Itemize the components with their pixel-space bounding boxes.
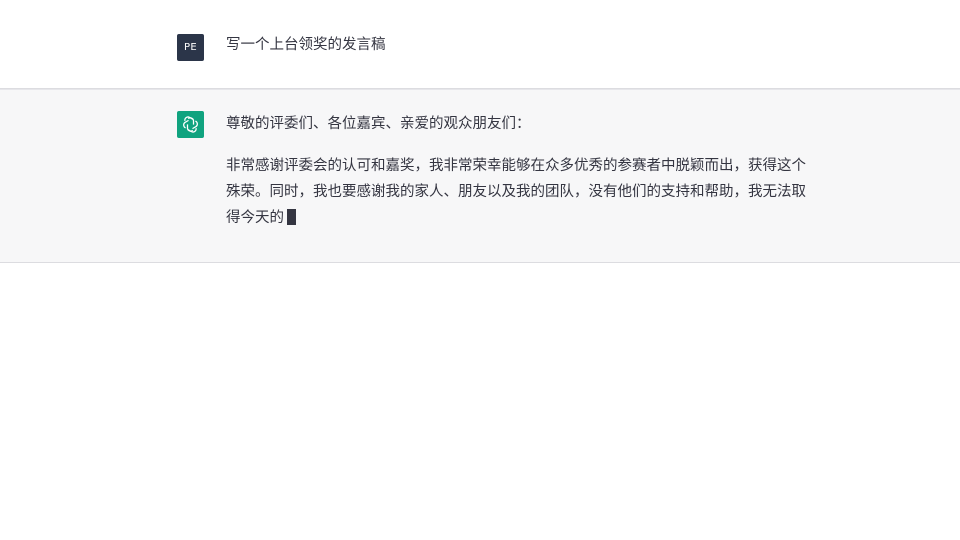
assistant-paragraph-greeting: 尊敬的评委们、各位嘉宾、亲爱的观众朋友们： [226,116,531,132]
assistant-avatar [177,111,204,138]
assistant-paragraph-body-text: 非常感谢评委会的认可和嘉奖，我非常荣幸能够在众多优秀的参赛者中脱颖而出，获得这个… [226,158,806,226]
assistant-paragraph-body: 非常感谢评委会的认可和嘉奖，我非常荣幸能够在众多优秀的参赛者中脱颖而出，获得这个… [226,153,806,231]
openai-logo-icon [183,116,198,133]
empty-chat-area [0,263,960,540]
user-message-row: PE 写一个上台领奖的发言稿 [0,0,960,89]
chat-thread: PE 写一个上台领奖的发言稿 尊敬的评委们、各位嘉宾、亲爱的观众朋友们： 非常感… [0,0,960,540]
assistant-message: 尊敬的评委们、各位嘉宾、亲爱的观众朋友们： 非常感谢评委会的认可和嘉奖，我非常荣… [226,111,806,231]
assistant-message-row: 尊敬的评委们、各位嘉宾、亲爱的观众朋友们： 非常感谢评委会的认可和嘉奖，我非常荣… [0,89,960,263]
user-message-text: 写一个上台领奖的发言稿 [226,37,386,53]
user-avatar-initials: PE [184,42,197,53]
user-message: 写一个上台领奖的发言稿 [226,32,806,58]
typing-cursor [287,209,296,225]
user-avatar: PE [177,34,204,61]
